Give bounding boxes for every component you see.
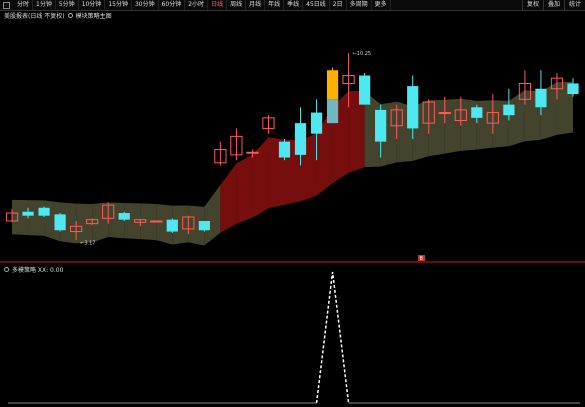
low-price-label: ←3.17 (80, 240, 95, 246)
signal-spike (315, 271, 350, 404)
cloud-segment (428, 99, 445, 157)
cloud-segment (92, 202, 109, 243)
cloud-segment (204, 184, 221, 246)
indicator-cloud (12, 81, 573, 246)
candle-body (310, 112, 323, 134)
signal-marker-label: B (420, 256, 424, 262)
high-price-label: ←10.25 (353, 51, 372, 57)
candle-body (38, 207, 50, 216)
candle-body (567, 83, 579, 95)
candle-body (198, 220, 210, 231)
candle-body (278, 141, 291, 158)
cloud-segment (28, 200, 45, 236)
cloud-segment (124, 203, 141, 240)
candle-body (54, 214, 66, 231)
cloud-segment (252, 137, 269, 218)
cloud-segment (508, 90, 525, 147)
chart-canvas[interactable]: ←10.25 ←3.17 B (0, 0, 585, 407)
candle-body (22, 211, 34, 216)
candle-body (375, 109, 387, 142)
candle-body-highlight (326, 99, 339, 124)
candle-body (294, 123, 307, 155)
cloud-segment (236, 154, 253, 224)
candle-body (407, 86, 419, 129)
candle-body (118, 213, 130, 220)
candle-body-highlight (326, 70, 339, 100)
candle-body (166, 219, 178, 232)
cloud-segment (108, 202, 125, 239)
cloud-segment (460, 98, 477, 151)
candle-body (535, 88, 547, 108)
cloud-segment (220, 163, 237, 233)
signal-series (8, 271, 580, 404)
cloud-segment (12, 199, 29, 236)
candle-body (359, 75, 371, 105)
candle-body (471, 107, 483, 118)
candle-body (503, 104, 515, 116)
candle-body (246, 151, 259, 154)
candle-body (438, 112, 451, 115)
cloud-segment (444, 98, 461, 154)
candle-body (150, 220, 163, 223)
